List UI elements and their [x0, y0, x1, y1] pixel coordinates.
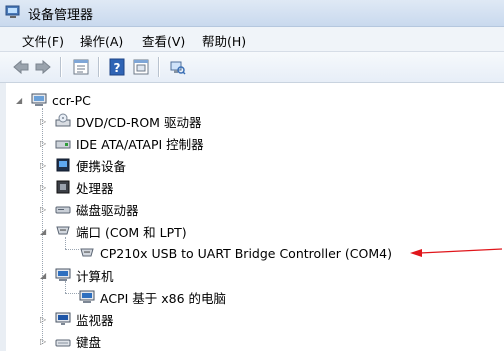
tree-item-ports[interactable]: ◢ 端口 (COM 和 LPT): [40, 220, 187, 242]
properties-icon[interactable]: [72, 58, 90, 76]
properties-pane-icon[interactable]: [132, 58, 150, 76]
expand-arrow-icon[interactable]: ▷: [40, 205, 49, 214]
collapse-arrow-icon[interactable]: ◢: [40, 271, 49, 280]
back-arrow-icon[interactable]: [12, 58, 30, 76]
toolbar: ?: [0, 52, 504, 83]
expand-arrow-icon[interactable]: ▷: [40, 337, 49, 346]
toolbar-separator: [98, 57, 100, 77]
tree-item-ide[interactable]: ▷ IDE ATA/ATAPI 控制器: [40, 132, 204, 154]
help-icon[interactable]: ?: [108, 58, 126, 76]
computer-device-icon: [79, 290, 95, 303]
toolbar-separator: [158, 57, 160, 77]
title-bar: 设备管理器: [0, 0, 504, 27]
tree-item-label: 处理器: [76, 180, 114, 196]
collapse-arrow-icon[interactable]: ◢: [40, 227, 49, 236]
tree-item-keyboard[interactable]: ▷ 键盘: [40, 330, 101, 352]
tree-item-label: DVD/CD-ROM 驱动器: [76, 114, 202, 130]
expand-arrow-icon[interactable]: ▷: [40, 183, 49, 192]
tree-item-label: 计算机: [76, 268, 114, 284]
tree-item-computer[interactable]: ◢ 计算机: [40, 264, 114, 286]
portable-device-icon: [56, 158, 70, 172]
tree-item-label: ACPI 基于 x86 的电脑: [100, 290, 227, 306]
tree-item-label: 键盘: [76, 334, 102, 350]
processor-icon: [56, 180, 70, 194]
menu-bar: 文件(F) 操作(A) 查看(V) 帮助(H): [0, 27, 504, 52]
monitor-icon: [55, 312, 71, 325]
port-device-icon: [80, 248, 94, 257]
collapse-arrow-icon[interactable]: ◢: [16, 96, 25, 105]
forward-arrow-icon[interactable]: [34, 58, 52, 76]
tree-item-label: 便携设备: [76, 158, 127, 174]
computer-root-icon: [31, 93, 47, 106]
menu-view[interactable]: 查看(V): [140, 31, 187, 50]
toolbar-separator: [60, 57, 62, 77]
tree-guide-line: [65, 249, 79, 250]
tree-item-monitor[interactable]: ▷ 监视器: [40, 308, 114, 330]
tree-item-disk[interactable]: ▷ 磁盘驱动器: [40, 198, 139, 220]
expand-arrow-icon[interactable]: ▷: [40, 117, 49, 126]
ide-controller-icon: [55, 140, 71, 149]
tree-guide-line: [65, 293, 79, 294]
scan-hardware-icon[interactable]: [168, 58, 186, 76]
window-title: 设备管理器: [28, 8, 94, 23]
tree-item-acpi[interactable]: ACPI 基于 x86 的电脑: [79, 286, 226, 308]
computer-icon: [55, 268, 71, 281]
device-manager-icon: [5, 5, 20, 18]
menu-help[interactable]: 帮助(H): [200, 31, 248, 50]
tree-item-label: CP210x USB to UART Bridge Controller (CO…: [100, 245, 392, 261]
device-tree: ◢ ccr-PC ▷ DVD/CD-ROM 驱动器 ▷ IDE ATA/ATAP…: [0, 83, 504, 351]
menu-file[interactable]: 文件(F): [20, 31, 66, 50]
expand-arrow-icon[interactable]: ▷: [40, 161, 49, 170]
disk-drive-icon: [55, 206, 71, 214]
tree-item-label: IDE ATA/ATAPI 控制器: [76, 136, 204, 152]
menu-action[interactable]: 操作(A): [78, 31, 125, 50]
tree-root-label: ccr-PC: [52, 92, 91, 108]
tree-item-label: 监视器: [76, 312, 114, 328]
keyboard-icon: [55, 339, 71, 347]
tree-item-label: 磁盘驱动器: [76, 202, 139, 218]
tree-item-label: 端口 (COM 和 LPT): [76, 224, 187, 240]
expand-arrow-icon[interactable]: ▷: [40, 139, 49, 148]
dvd-drive-icon: [55, 113, 71, 127]
annotation-arrow: [410, 248, 503, 257]
tree-item-portable[interactable]: ▷ 便携设备: [40, 154, 126, 176]
expand-arrow-icon[interactable]: ▷: [40, 315, 49, 324]
tree-item-cp210x[interactable]: CP210x USB to UART Bridge Controller (CO…: [79, 242, 392, 264]
tree-item-dvd[interactable]: ▷ DVD/CD-ROM 驱动器: [40, 110, 201, 132]
tree-item-processor[interactable]: ▷ 处理器: [40, 176, 114, 198]
svg-text:?: ?: [114, 61, 121, 75]
port-icon: [56, 226, 70, 235]
tree-root[interactable]: ◢ ccr-PC: [16, 89, 91, 111]
